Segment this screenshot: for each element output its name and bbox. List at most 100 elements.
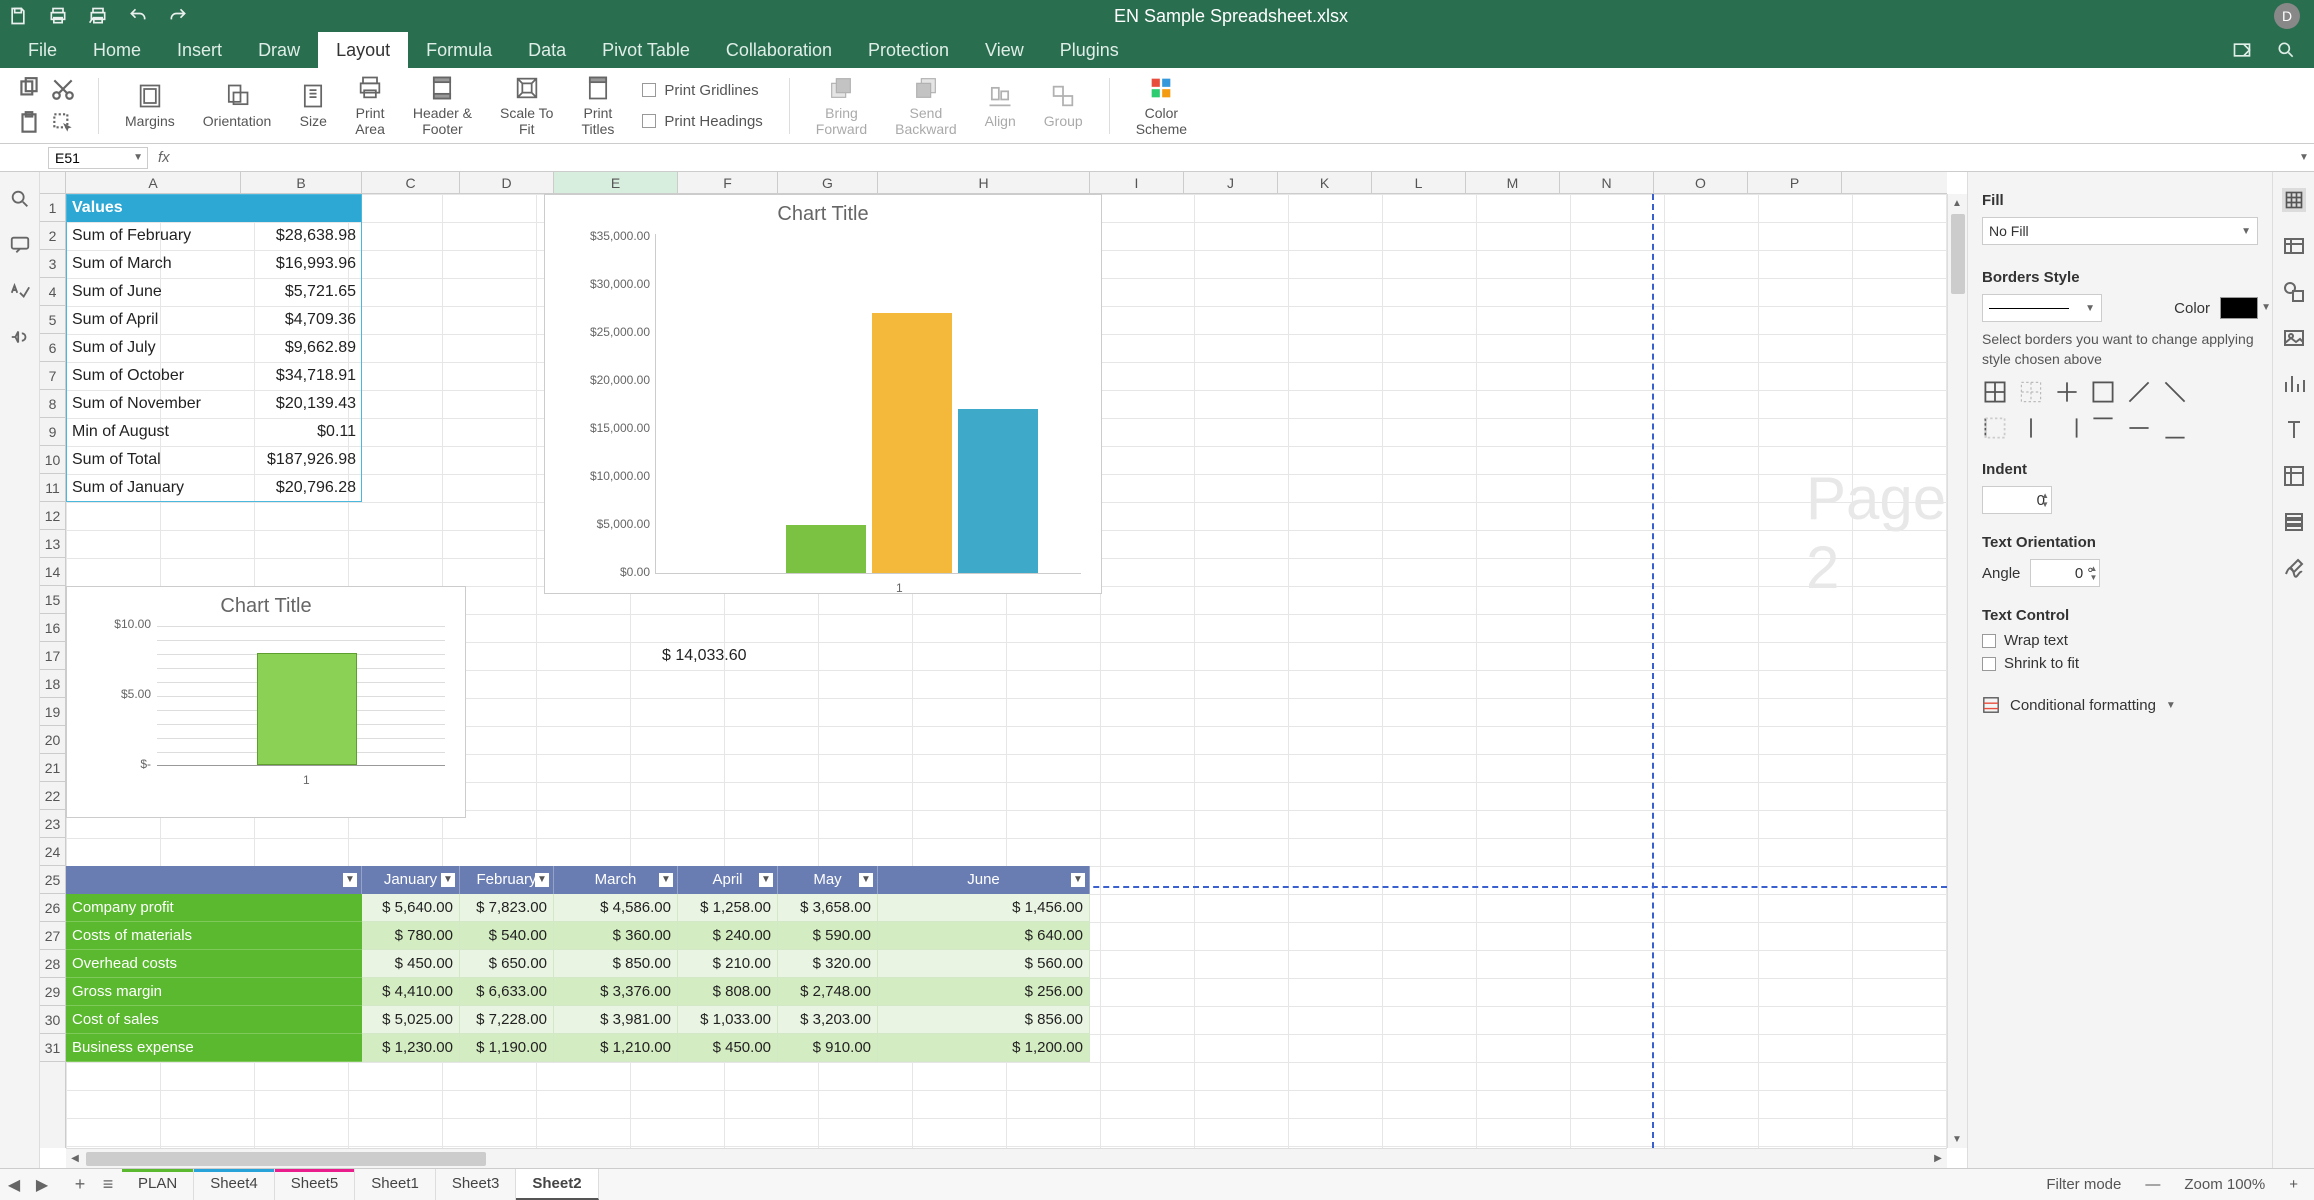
table-cell[interactable]: $ 640.00 bbox=[878, 922, 1090, 950]
sheet-tab[interactable]: Sheet1 bbox=[355, 1169, 436, 1200]
table-cell[interactable]: $ 3,203.00 bbox=[778, 1006, 878, 1034]
filter-dropdown-icon[interactable]: ▼ bbox=[441, 873, 455, 887]
border-none-icon[interactable] bbox=[2018, 379, 2044, 405]
cell-value[interactable]: $34,718.91 bbox=[241, 362, 362, 390]
row-header-21[interactable]: 21 bbox=[40, 754, 65, 782]
filter-dropdown-icon[interactable]: ▼ bbox=[859, 873, 873, 887]
cell-value[interactable]: $4,709.36 bbox=[241, 306, 362, 334]
name-box[interactable]: E51▼ bbox=[48, 147, 148, 169]
row-header-27[interactable]: 27 bbox=[40, 922, 65, 950]
row-header-4[interactable]: 4 bbox=[40, 278, 65, 306]
row-header-24[interactable]: 24 bbox=[40, 838, 65, 866]
indent-spinner[interactable]: 0▲▼ bbox=[1982, 486, 2052, 514]
row-header-10[interactable]: 10 bbox=[40, 446, 65, 474]
menu-protection[interactable]: Protection bbox=[850, 32, 967, 69]
col-header-M[interactable]: M bbox=[1466, 172, 1560, 193]
find-icon[interactable] bbox=[9, 188, 31, 210]
table-cell[interactable]: $ 240.00 bbox=[678, 922, 778, 950]
save-icon[interactable] bbox=[8, 6, 28, 26]
sheet-tab[interactable]: PLAN bbox=[122, 1169, 194, 1200]
table-cell[interactable]: $ 2,748.00 bbox=[778, 978, 878, 1006]
col-header-A[interactable]: A bbox=[66, 172, 241, 193]
cell-label[interactable]: Sum of November bbox=[66, 390, 241, 418]
image-settings-icon[interactable] bbox=[2282, 326, 2306, 350]
menu-pivot-table[interactable]: Pivot Table bbox=[584, 32, 708, 69]
feedback-icon[interactable] bbox=[9, 326, 31, 348]
cell-label[interactable]: Sum of March bbox=[66, 250, 241, 278]
table-header[interactable]: April▼ bbox=[678, 866, 778, 894]
ribbon-send-backward[interactable]: Send Backward bbox=[885, 74, 966, 137]
cell-value[interactable]: $ 14,033.60 bbox=[656, 642, 796, 670]
cell-label[interactable]: Sum of January bbox=[66, 474, 241, 502]
ribbon-color-scheme[interactable]: Color Scheme bbox=[1126, 74, 1197, 137]
comments-icon[interactable] bbox=[9, 234, 31, 256]
col-header-N[interactable]: N bbox=[1560, 172, 1654, 193]
row-header-25[interactable]: 25 bbox=[40, 866, 65, 894]
row-header-12[interactable]: 12 bbox=[40, 502, 65, 530]
row-header-17[interactable]: 17 bbox=[40, 642, 65, 670]
table-cell[interactable]: $ 856.00 bbox=[878, 1006, 1090, 1034]
col-header-H[interactable]: H bbox=[878, 172, 1090, 193]
angle-spinner[interactable]: 0 °▲▼ bbox=[2030, 559, 2100, 587]
row-header-13[interactable]: 13 bbox=[40, 530, 65, 558]
row-header-14[interactable]: 14 bbox=[40, 558, 65, 586]
ribbon-print-titles[interactable]: Print Titles bbox=[571, 74, 624, 137]
table-cell[interactable]: $ 850.00 bbox=[554, 950, 678, 978]
table-cell[interactable]: $ 4,586.00 bbox=[554, 894, 678, 922]
cell-settings-icon[interactable] bbox=[2282, 188, 2306, 212]
col-header-G[interactable]: G bbox=[778, 172, 878, 193]
table-row-label[interactable]: Costs of materials bbox=[66, 922, 362, 950]
border-color-picker[interactable]: ▼ bbox=[2220, 297, 2258, 319]
table-cell[interactable]: $ 7,823.00 bbox=[460, 894, 554, 922]
table-cell[interactable]: $ 256.00 bbox=[878, 978, 1090, 1006]
table-cell[interactable]: $ 6,633.00 bbox=[460, 978, 554, 1006]
menu-home[interactable]: Home bbox=[75, 32, 159, 69]
border-top-icon[interactable] bbox=[2090, 415, 2116, 441]
table-cell[interactable]: $ 1,258.00 bbox=[678, 894, 778, 922]
column-headers[interactable]: ABCDEFGHIJKLMNOP bbox=[66, 172, 1947, 194]
user-avatar[interactable]: D bbox=[2274, 3, 2300, 29]
table-settings-icon[interactable] bbox=[2282, 234, 2306, 258]
border-vertical-icon[interactable] bbox=[2018, 415, 2044, 441]
menu-draw[interactable]: Draw bbox=[240, 32, 318, 69]
chart-settings-icon[interactable] bbox=[2282, 372, 2306, 396]
col-header-P[interactable]: P bbox=[1748, 172, 1842, 193]
fx-icon[interactable]: fx bbox=[158, 149, 170, 166]
col-header-F[interactable]: F bbox=[678, 172, 778, 193]
border-bottom-icon[interactable] bbox=[2162, 415, 2188, 441]
row-headers[interactable]: 1234567891011121314151617181920212223242… bbox=[40, 194, 66, 1148]
filter-dropdown-icon[interactable]: ▼ bbox=[659, 873, 673, 887]
table-cell[interactable]: $ 450.00 bbox=[362, 950, 460, 978]
border-horizontal-icon[interactable] bbox=[2126, 415, 2152, 441]
ribbon-scale-to-fit[interactable]: Scale To Fit bbox=[490, 74, 563, 137]
cell-label[interactable]: Values bbox=[66, 194, 362, 222]
spellcheck-icon[interactable] bbox=[9, 280, 31, 302]
select-icon[interactable] bbox=[50, 110, 76, 136]
table-header[interactable]: June▼ bbox=[878, 866, 1090, 894]
slicer-settings-icon[interactable] bbox=[2282, 510, 2306, 534]
border-outline-icon[interactable] bbox=[1982, 379, 2008, 405]
filter-dropdown-icon[interactable]: ▼ bbox=[343, 873, 357, 887]
filter-dropdown-icon[interactable]: ▼ bbox=[759, 873, 773, 887]
table-cell[interactable]: $ 5,640.00 bbox=[362, 894, 460, 922]
row-header-31[interactable]: 31 bbox=[40, 1034, 65, 1062]
table-cell[interactable]: $ 5,025.00 bbox=[362, 1006, 460, 1034]
row-header-19[interactable]: 19 bbox=[40, 698, 65, 726]
table-cell[interactable]: $ 4,410.00 bbox=[362, 978, 460, 1006]
table-cell[interactable]: $ 210.00 bbox=[678, 950, 778, 978]
row-header-15[interactable]: 15 bbox=[40, 586, 65, 614]
menu-insert[interactable]: Insert bbox=[159, 32, 240, 69]
row-header-20[interactable]: 20 bbox=[40, 726, 65, 754]
col-header-D[interactable]: D bbox=[460, 172, 554, 193]
row-header-29[interactable]: 29 bbox=[40, 978, 65, 1006]
shrink-to-fit-checkbox[interactable]: Shrink to fit bbox=[1982, 655, 2258, 672]
border-line-select[interactable]: ▼ bbox=[1982, 294, 2102, 322]
table-row-label[interactable]: Company profit bbox=[66, 894, 362, 922]
row-header-28[interactable]: 28 bbox=[40, 950, 65, 978]
cell-value[interactable]: $20,796.28 bbox=[241, 474, 362, 502]
menu-file[interactable]: File bbox=[10, 32, 75, 69]
ribbon-print-area[interactable]: Print Area bbox=[345, 74, 395, 137]
formula-input[interactable] bbox=[176, 147, 2294, 169]
border-diag-down-icon[interactable] bbox=[2162, 379, 2188, 405]
spreadsheet-grid[interactable]: ABCDEFGHIJKLMNOP 12345678910111213141516… bbox=[40, 172, 1967, 1168]
